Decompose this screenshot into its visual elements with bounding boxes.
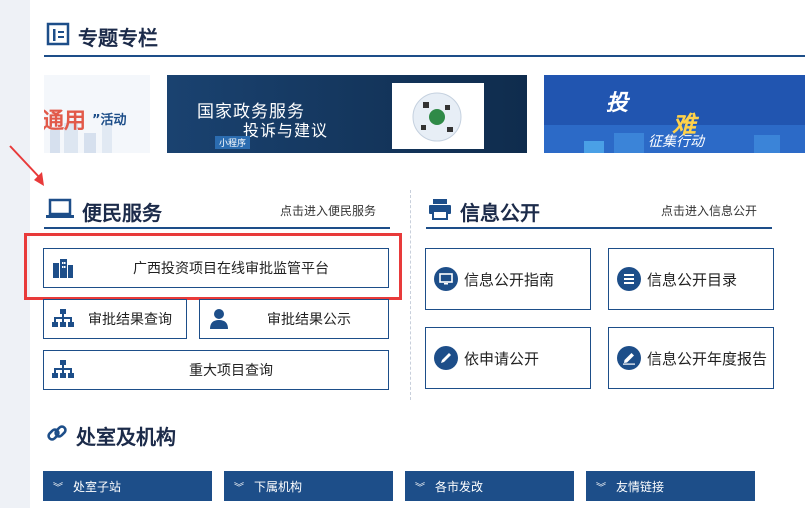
info-rule [426, 227, 772, 229]
banner-miniapp-tag: 小程序 [215, 136, 251, 149]
convenience-more-link[interactable]: 点击进入便民服务 [280, 202, 376, 219]
info-button-guide[interactable]: 信息公开指南 [425, 248, 591, 310]
service-button-result-query[interactable]: 审批结果查询 [43, 299, 187, 339]
info-label-guide: 信息公开指南 [464, 270, 555, 289]
info-title: 信息公开 [460, 201, 540, 225]
banner-activity-text-a: 通用 [44, 108, 87, 134]
info-label-request: 依申请公开 [464, 349, 540, 368]
banner-title-line2: 投诉与建议 [243, 121, 329, 140]
special-topics-title: 专题专栏 [78, 26, 158, 50]
info-button-annual-report[interactable]: 信息公开年度报告 [608, 327, 774, 389]
service-button-major-project[interactable]: 重大项目查询 [43, 350, 389, 390]
monitor-icon [434, 267, 458, 291]
laptop-icon [46, 198, 74, 225]
column-icon [46, 22, 70, 51]
convenience-header: 便民服务 [46, 197, 162, 226]
banner-complaint-miniapp[interactable]: 国家政务服务 投诉与建议 小程序 [167, 75, 527, 153]
convenience-rule [44, 227, 390, 229]
offices-title: 处室及机构 [76, 425, 176, 449]
tab-office-substation[interactable]: ︾ 处室子站 [43, 471, 212, 501]
tab-label: 各市发改 [435, 479, 484, 494]
pen-icon [434, 346, 458, 370]
info-button-catalog[interactable]: 信息公开目录 [608, 248, 774, 310]
printer-icon [428, 198, 452, 225]
column-divider [410, 190, 412, 400]
banner-approval-campaign[interactable]: 投 难 征集行动 [544, 75, 805, 153]
banner-approval-t1: 投 [606, 91, 629, 116]
info-button-request[interactable]: 依申请公开 [425, 327, 591, 389]
info-header: 信息公开 [428, 197, 540, 226]
info-more-link[interactable]: 点击进入信息公开 [661, 202, 757, 219]
banner-activity[interactable]: 通用 ”活动 [44, 75, 150, 153]
person-icon [208, 308, 230, 330]
list-icon [617, 267, 641, 291]
tab-label: 下属机构 [254, 479, 303, 494]
tab-label: 处室子站 [73, 479, 122, 494]
org-chart-icon [52, 308, 74, 330]
special-topics-header: 专题专栏 [46, 22, 158, 51]
chevron-down-icon: ︾ [234, 482, 244, 494]
org-chart-icon [52, 359, 74, 381]
offices-header: 处室及机构 [46, 421, 176, 450]
service-label-result-publicity: 审批结果公示 [267, 312, 351, 328]
special-topics-rule [44, 55, 805, 57]
banner-approval-t3: 征集行动 [648, 134, 704, 150]
edit-icon [617, 346, 641, 370]
service-button-result-publicity[interactable]: 审批结果公示 [199, 299, 389, 339]
tab-city-development[interactable]: ︾ 各市发改 [405, 471, 574, 501]
info-label-catalog: 信息公开目录 [647, 270, 738, 289]
page-content: 专题专栏 通用 ”活动 国家政务服务 投诉与建议 小程序 投 难 征集行动 便民… [24, 0, 805, 508]
chevron-down-icon: ︾ [53, 482, 63, 494]
link-icon [46, 422, 68, 449]
tab-label: 友情链接 [616, 479, 665, 494]
red-highlight-box [24, 233, 402, 300]
convenience-title: 便民服务 [82, 201, 162, 225]
tab-friendly-links[interactable]: ︾ 友情链接 [586, 471, 755, 501]
tab-subordinate-agencies[interactable]: ︾ 下属机构 [224, 471, 393, 501]
chevron-down-icon: ︾ [596, 482, 606, 494]
red-arrow-annotation [9, 145, 44, 186]
service-label-result-query: 审批结果查询 [88, 312, 172, 328]
service-label-major-project: 重大项目查询 [189, 363, 273, 379]
banner-activity-text-b: ”活动 [92, 113, 127, 128]
info-label-annual-report: 信息公开年度报告 [647, 349, 768, 368]
chevron-down-icon: ︾ [415, 482, 425, 494]
